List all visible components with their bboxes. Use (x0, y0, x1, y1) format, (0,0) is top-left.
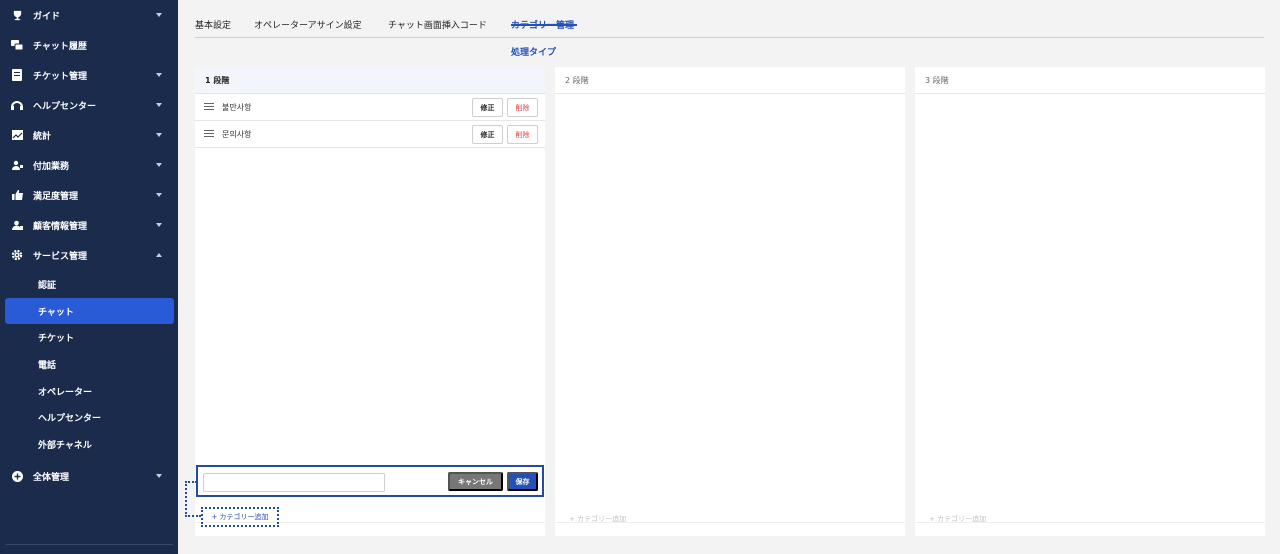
sidebar-item-label: 顧客情報管理 (33, 221, 88, 232)
panel-title: 3 段階 (915, 67, 1265, 94)
add-category-link[interactable]: + カテゴリー追加 (201, 507, 279, 527)
chevron-down-icon (156, 103, 162, 107)
sidebar-item-label: ヘルプセンター (33, 101, 97, 112)
tab-chat-embed-code[interactable]: チャット画面挿入コード (388, 18, 487, 31)
sidebar-subitem-operator[interactable]: オペレーター (5, 378, 174, 404)
ticket-icon (11, 69, 23, 81)
sidebar-subitem-phone[interactable]: 電話 (5, 351, 174, 377)
chevron-up-icon (156, 253, 162, 257)
users-icon (11, 159, 23, 171)
annotation-guide-line (185, 515, 201, 517)
sidebar: ガイド チャット履歴 チケット管理 ヘルプセンター 統計 付加業務 満足度管理 … (0, 0, 178, 554)
chevron-down-icon (156, 13, 162, 17)
subtab-processing-type[interactable]: 処理タイプ (511, 45, 556, 58)
category-panel-level-2: 2 段階 + カテゴリー追加 (555, 67, 905, 536)
delete-button[interactable]: 削除 (507, 125, 538, 144)
sidebar-item-additional-work[interactable]: 付加業務 (0, 150, 178, 180)
sidebar-item-help-center[interactable]: ヘルプセンター (0, 90, 178, 120)
panel-title: 2 段階 (555, 67, 905, 94)
sidebar-item-satisfaction[interactable]: 満足度管理 (0, 180, 178, 210)
edit-button[interactable]: 修正 (472, 98, 503, 117)
sidebar-item-label: サービス管理 (33, 251, 88, 262)
category-label: 문의사항 (222, 129, 252, 139)
save-button[interactable]: 保存 (507, 472, 538, 491)
thumbs-up-icon (11, 189, 23, 201)
cancel-button[interactable]: キャンセル (448, 472, 503, 491)
active-tab-indicator (511, 24, 577, 26)
category-name-input[interactable] (203, 473, 385, 492)
chat-bubbles-icon (11, 39, 23, 51)
chevron-down-icon (156, 73, 162, 77)
sidebar-item-chat-history[interactable]: チャット履歴 (0, 30, 178, 60)
sidebar-item-guide[interactable]: ガイド (0, 0, 178, 30)
category-label: 불만사항 (222, 102, 252, 112)
tab-operator-assign[interactable]: オペレーターアサイン設定 (254, 18, 362, 31)
tab-basic-settings[interactable]: 基本設定 (195, 18, 231, 31)
chevron-down-icon (156, 163, 162, 167)
add-category-link[interactable]: + カテゴリー追加 (569, 509, 626, 529)
sidebar-subitem-external-channel[interactable]: 外部チャネル (5, 431, 174, 457)
sidebar-item-label: ガイド (33, 11, 61, 22)
sidebar-item-ticket[interactable]: チケット管理 (0, 60, 178, 90)
category-row: 문의사항 修正 削除 (195, 121, 545, 148)
sidebar-divider (6, 544, 173, 545)
sidebar-item-label: チケット管理 (33, 71, 88, 82)
annotation-guide-line (185, 481, 187, 517)
sidebar-item-label: 付加業務 (33, 161, 70, 172)
category-row: 불만사항 修正 削除 (195, 94, 545, 121)
sidebar-item-label: 全体管理 (33, 472, 70, 483)
plus-circle-icon (11, 470, 23, 482)
chevron-down-icon (156, 193, 162, 197)
annotation-guide-line (185, 481, 197, 483)
sidebar-item-service[interactable]: サービス管理 (0, 240, 178, 270)
sidebar-item-label: 統計 (33, 131, 52, 142)
headset-icon (11, 99, 23, 111)
gear-icon (11, 249, 23, 261)
chevron-down-icon (156, 474, 162, 478)
delete-button[interactable]: 削除 (507, 98, 538, 117)
chart-icon (11, 129, 23, 141)
user-card-icon (11, 219, 23, 231)
drag-handle-icon[interactable] (204, 103, 214, 111)
sidebar-subitem-auth[interactable]: 認証 (5, 271, 174, 297)
sidebar-subitem-chat[interactable]: チャット (5, 298, 174, 324)
sidebar-item-label: 満足度管理 (33, 191, 79, 202)
settings-tabs: 基本設定 オペレーターアサイン設定 チャット画面挿入コード カテゴリー管理 (195, 12, 1264, 38)
add-category-link[interactable]: + カテゴリー追加 (929, 509, 986, 529)
sidebar-item-overall[interactable]: 全体管理 (0, 461, 178, 491)
sidebar-subitem-help-center[interactable]: ヘルプセンター (5, 404, 174, 430)
category-panel-level-3: 3 段階 + カテゴリー追加 (915, 67, 1265, 536)
sidebar-item-label: チャット履歴 (33, 41, 87, 52)
sidebar-item-customer-info[interactable]: 顧客情報管理 (0, 210, 178, 240)
add-category-form: キャンセル 保存 (196, 465, 544, 497)
category-panel-level-1: 1 段階 불만사항 修正 削除 문의사항 修正 削除 キャンセル 保存 + カテ… (195, 67, 545, 536)
sidebar-subitem-ticket[interactable]: チケット (5, 324, 174, 350)
trophy-icon (11, 9, 23, 21)
drag-handle-icon[interactable] (204, 130, 214, 138)
chevron-down-icon (156, 223, 162, 227)
edit-button[interactable]: 修正 (472, 125, 503, 144)
sidebar-item-statistics[interactable]: 統計 (0, 120, 178, 150)
panel-title: 1 段階 (195, 67, 545, 94)
chevron-down-icon (156, 133, 162, 137)
